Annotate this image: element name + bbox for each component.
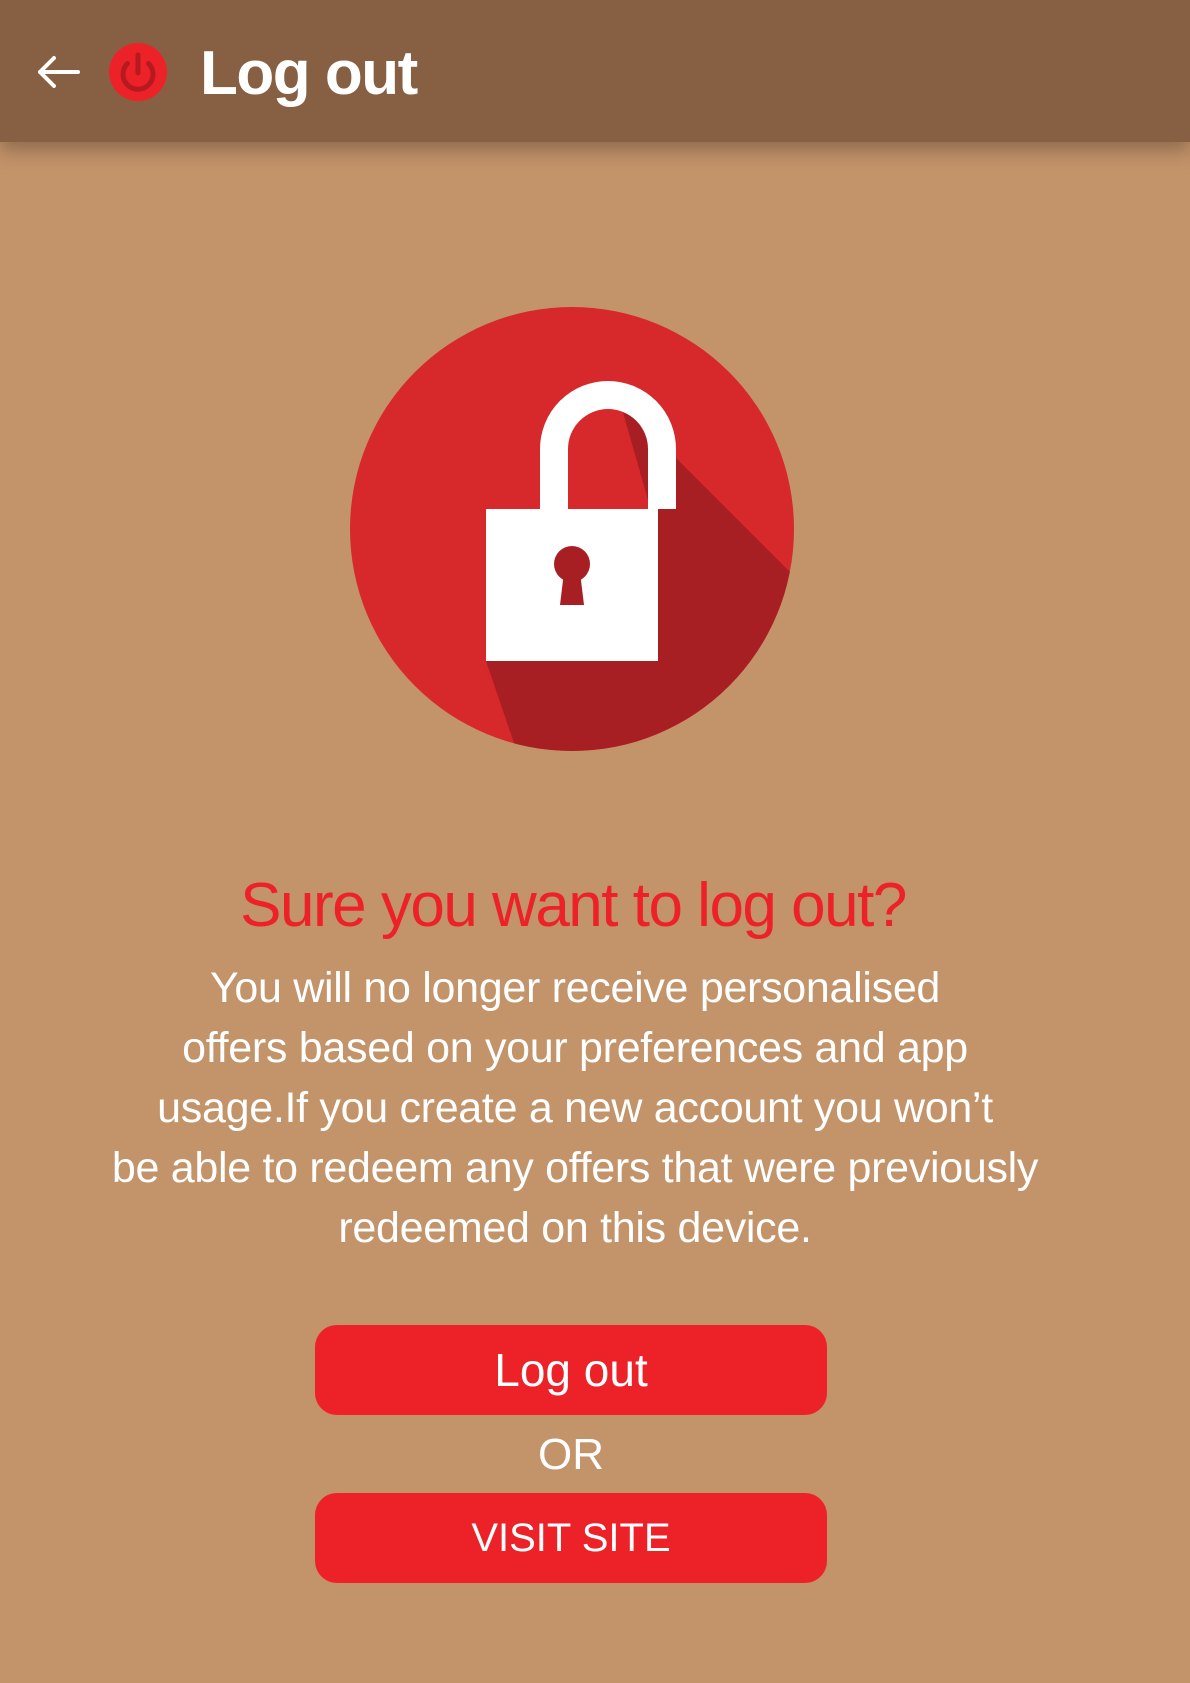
logout-button[interactable]: Log out xyxy=(315,1325,827,1415)
arrow-left-icon[interactable] xyxy=(34,48,82,96)
message-line: be able to redeem any offers that were p… xyxy=(111,1144,1039,1192)
padlock-icon xyxy=(350,307,794,751)
message-line: offers based on your preferences and app xyxy=(182,1024,968,1072)
logout-screen: Log out Sure you want to log out? You wi… xyxy=(0,0,1190,1683)
power-icon xyxy=(109,43,167,101)
page-title: Log out xyxy=(200,39,418,108)
logout-message: You will no longer receive personalised … xyxy=(60,958,1090,1258)
confirmation-heading: Sure you want to log out? xyxy=(240,871,907,940)
message-line: usage.If you create a new account you wo… xyxy=(157,1084,993,1132)
app-bar: Log out xyxy=(0,0,1190,142)
message-line: You will no longer receive personalised xyxy=(209,964,941,1012)
visit-site-button[interactable]: VISIT SITE xyxy=(315,1493,827,1583)
message-line: redeemed on this device. xyxy=(338,1204,812,1252)
or-divider: OR xyxy=(538,1430,604,1479)
